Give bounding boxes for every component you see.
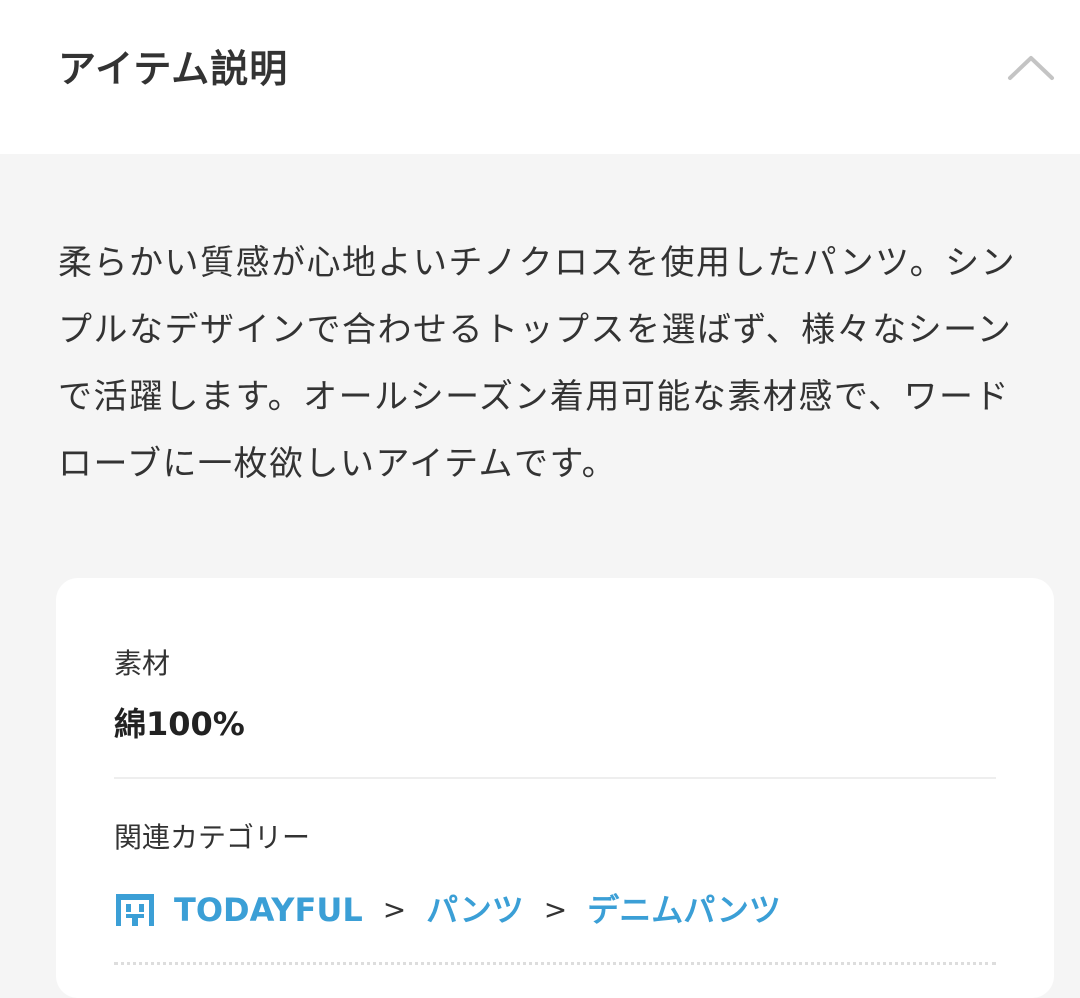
divider — [114, 777, 996, 779]
breadcrumb-separator: > — [543, 893, 568, 926]
details-card: 素材 綿100% 関連カテゴリー TODAYFUL > パンツ > デニムパンツ — [56, 578, 1054, 998]
breadcrumb-link-brand[interactable]: TODAYFUL — [174, 888, 363, 932]
section-title: アイテム説明 — [58, 47, 289, 91]
chevron-up-icon[interactable] — [1006, 50, 1056, 84]
breadcrumb-link-denim-pants[interactable]: デニムパンツ — [587, 888, 781, 932]
section-header[interactable]: アイテム説明 — [0, 0, 1080, 154]
breadcrumb-separator: > — [382, 893, 407, 926]
item-description: 柔らかい質感が心地よいチノクロスを使用したパンツ。シンプルなデザインで合わせるト… — [58, 243, 1017, 484]
shop-icon — [116, 894, 154, 926]
category-breadcrumb: TODAYFUL > パンツ > デニムパンツ — [114, 888, 781, 932]
material-value: 綿100% — [114, 705, 245, 743]
dotted-divider — [114, 962, 996, 965]
category-label: 関連カテゴリー — [114, 821, 311, 854]
material-label: 素材 — [114, 647, 171, 680]
breadcrumb-link-pants[interactable]: パンツ — [426, 888, 524, 932]
